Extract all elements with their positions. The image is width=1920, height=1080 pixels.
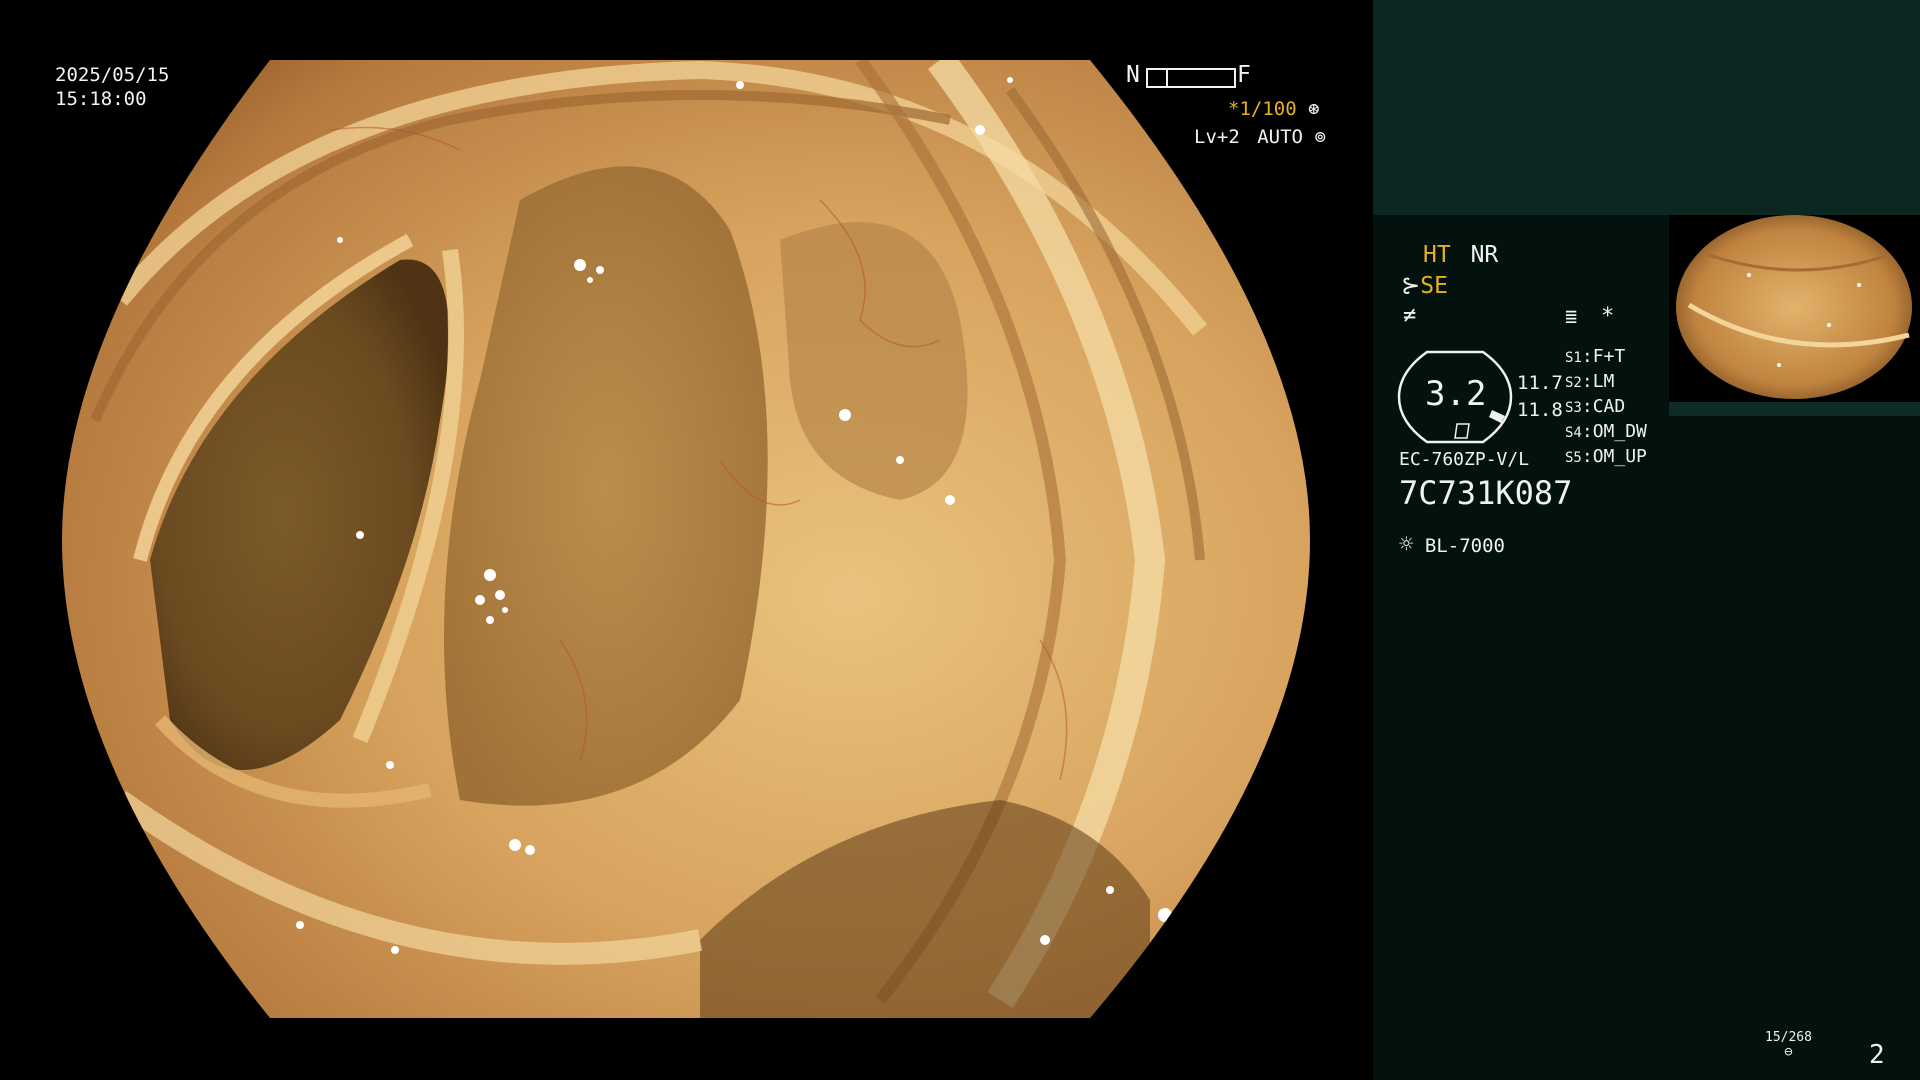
switch-key: S2	[1565, 375, 1582, 391]
nr-label: NR	[1470, 242, 1499, 268]
light-bulb-icon: ☼	[1399, 530, 1414, 558]
switch-value: OM_DW	[1592, 421, 1647, 442]
light-source-label: BL-7000	[1424, 535, 1505, 557]
image-counter: 15/268 ⊖	[1765, 1030, 1812, 1059]
switch-value: CAD	[1592, 396, 1626, 417]
switch-row: S5:OM_UP	[1565, 446, 1647, 471]
shutter-icon: ⊛	[1308, 98, 1320, 120]
not-equal-icon: ≠	[1403, 303, 1417, 328]
exam-time: 15:18:00	[55, 88, 147, 110]
switch-value: F+T	[1592, 346, 1626, 367]
captured-image-thumbnail[interactable]	[1669, 215, 1920, 415]
switch-key: S5	[1565, 450, 1582, 466]
se-row: ⊱SE	[1401, 273, 1448, 299]
switch-list: S1:F+T S2:LM S3:CAD S4:OM_DW S5:OM_UP	[1565, 346, 1647, 471]
focus-gauge	[1146, 68, 1236, 88]
info-panel: HT NR ⊱SE ≠ ≣ * 3.2 11.7 11.8 S1:F+T S2:…	[1373, 0, 1920, 1080]
thumbnail-image	[1676, 215, 1912, 399]
value-b: 11.8	[1517, 399, 1563, 421]
switch-key: S1	[1565, 350, 1582, 366]
panel-header-area	[1373, 0, 1920, 215]
switch-row: S3:CAD	[1565, 396, 1647, 421]
switch-colon: :	[1581, 446, 1593, 467]
switch-value: OM_UP	[1592, 446, 1647, 467]
focus-gauge-marker	[1166, 68, 1168, 88]
zoom-dial-value: 3.2	[1425, 374, 1487, 414]
colon-mucosa-image	[62, 60, 1310, 1018]
switch-value: LM	[1592, 371, 1615, 392]
image-counter-value: 15/268	[1765, 1030, 1812, 1045]
switch-colon: :	[1581, 371, 1593, 392]
brightness-level: Lv+2	[1194, 126, 1240, 148]
light-source-row: ☼ BL-7000	[1399, 530, 1505, 558]
focus-near-label: N	[1126, 62, 1140, 88]
image-mode-icon: ≣	[1565, 304, 1578, 328]
exam-date: 2025/05/15	[55, 64, 170, 86]
scope-model: EC-760ZP-V/L	[1399, 449, 1530, 470]
switch-colon: :	[1581, 346, 1593, 367]
switch-row: S2:LM	[1565, 371, 1647, 396]
structure-enhance-icon: ⊱	[1401, 273, 1421, 299]
switch-key: S4	[1565, 425, 1582, 441]
value-a: 11.7	[1517, 372, 1563, 394]
focus-far-label: F	[1237, 62, 1251, 88]
switch-row: S1:F+T	[1565, 346, 1647, 371]
iris-mode: Lv+2 AUTO ⊚	[1194, 126, 1326, 148]
se-label: SE	[1420, 273, 1448, 299]
iris-icon: ⊚	[1314, 126, 1326, 148]
endoscope-view: 2025/05/15 15:18:00 N F *1/100 ⊛ Lv+2 AU…	[0, 0, 1372, 1080]
storage-icon: ⊖	[1784, 1044, 1793, 1060]
thumbnail-status-bar	[1669, 402, 1920, 416]
switch-colon: :	[1581, 421, 1593, 442]
switch-colon: :	[1581, 396, 1593, 417]
shutter-speed-value: *1/100	[1228, 98, 1297, 120]
ht-label: HT	[1423, 242, 1451, 268]
iris-mode-value: AUTO	[1257, 126, 1303, 148]
page-number: 2	[1869, 1040, 1885, 1070]
scope-serial: 7C731K087	[1399, 474, 1573, 512]
ht-nr-row: HT NR	[1423, 242, 1498, 268]
shutter-speed: *1/100 ⊛	[1228, 98, 1320, 120]
star-marker: *	[1601, 304, 1615, 329]
switch-key: S3	[1565, 400, 1582, 416]
switch-row: S4:OM_DW	[1565, 421, 1647, 446]
